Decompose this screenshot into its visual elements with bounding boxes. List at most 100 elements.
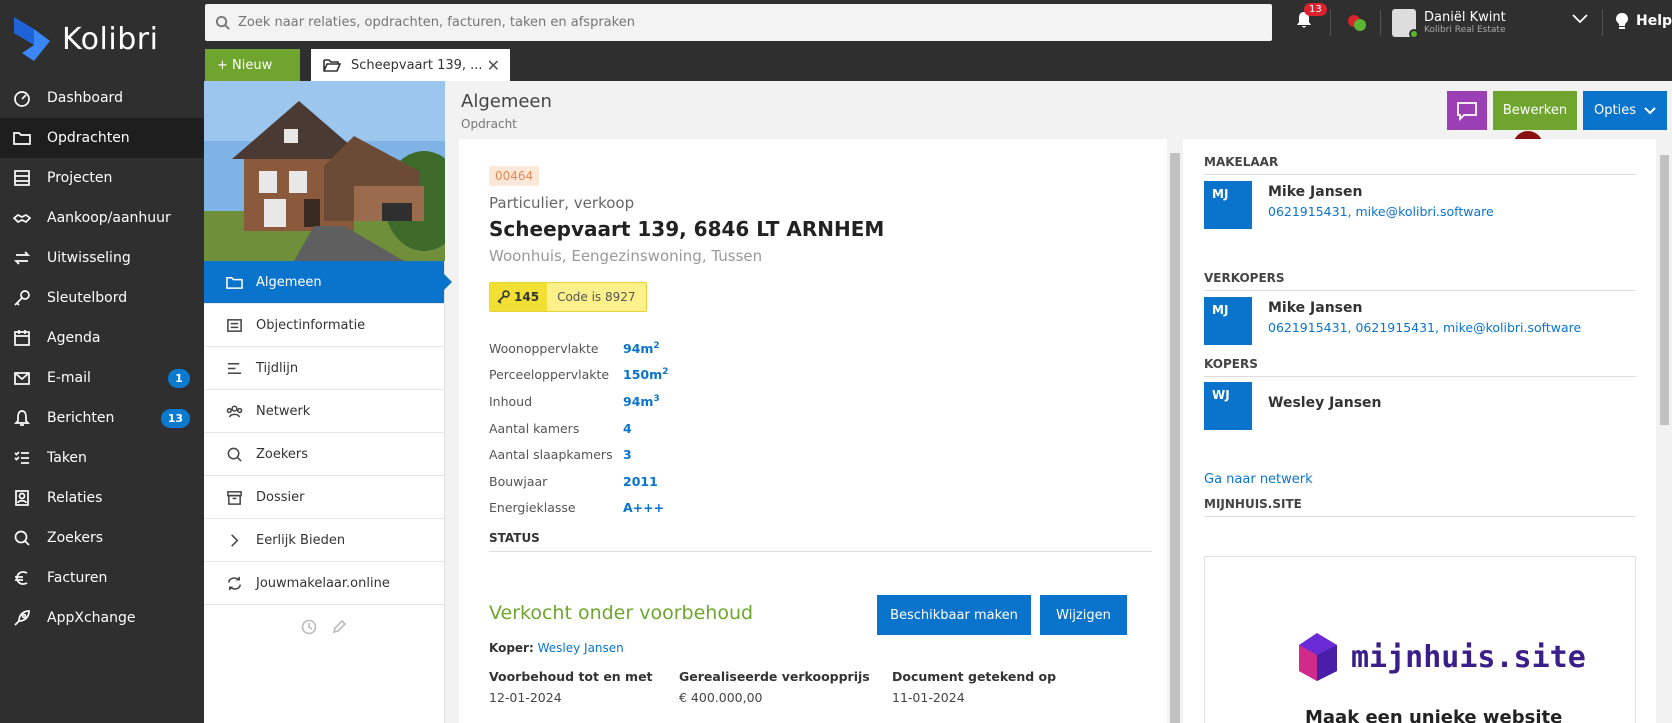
object-menu-zoekers[interactable]: Zoekers [204,433,444,476]
user-company: Kolibri Real Estate [1424,24,1506,35]
scrollbar[interactable] [1656,139,1672,723]
person-contact[interactable]: 0621915431, 0621915431, mike@kolibri.sof… [1268,320,1581,335]
property-label: Energieklasse [489,500,576,516]
nav-icon-wrap [12,448,32,468]
open-document-tab[interactable]: Scheepvaart 139, ... ✕ [311,49,510,81]
nav-item-sleutelbord[interactable]: Sleutelbord [0,278,204,318]
mijnhuis-logo: mijnhuis.site [1295,631,1586,683]
menu-item-label: Jouwmakelaar.online [256,575,390,591]
change-status-button[interactable]: Wijzigen [1040,595,1127,635]
nav-item-appxchange[interactable]: AppXchange [0,598,204,638]
notifications-button[interactable]: 13 [1294,3,1327,34]
nav-item-label: Facturen [47,570,108,586]
folder-icon [13,132,31,145]
property-value: 150m2 [623,367,668,382]
search-icon [14,530,30,546]
menu-item-label: Algemeen [256,274,322,290]
new-button[interactable]: + Nieuw [205,49,300,81]
nav-icon-wrap [12,128,32,148]
object-menu-algemeen[interactable]: Algemeen [204,261,452,304]
person-contact[interactable]: 0621915431, mike@kolibri.software [1268,204,1494,219]
property-value-text: 2011 [623,473,658,489]
nav-item-agenda[interactable]: Agenda [0,318,204,358]
user-name: Daniël Kwint [1424,9,1506,25]
goto-network-link[interactable]: Ga naar netwerk [1204,472,1313,487]
fact-label: Document getekend op [892,669,1057,684]
object-menu-jouwmakelaar-online[interactable]: Jouwmakelaar.online [204,562,444,605]
divider [1602,10,1603,36]
object-menu-tijdlijn[interactable]: Tijdlijn [204,347,444,390]
object-menu-eerlijk-bieden[interactable]: Eerlijk Bieden [204,519,444,562]
nav-item-projecten[interactable]: Projecten [0,158,204,198]
nav-item-aankoop-aanhuur[interactable]: Aankoop/aanhuur [0,198,204,238]
divider [1380,10,1381,36]
close-icon[interactable]: ✕ [487,56,500,75]
user-menu[interactable]: Daniël Kwint Kolibri Real Estate [1392,7,1592,39]
key-number: 145 [490,283,548,311]
nav-item-label: Aankoop/aanhuur [47,210,171,226]
verkoper-card[interactable]: MJ Mike Jansen 0621915431, 0621915431, m… [1204,297,1581,345]
edit-button-label: Bewerken [1502,103,1568,118]
timeline-icon [227,362,241,374]
section-heading-makelaar: MAKELAAR [1204,155,1636,175]
reference-number: 00464 [489,166,540,186]
tasks-icon [14,451,29,464]
mijnhuis-promo[interactable]: mijnhuis.site Maak een unieke website [1204,556,1636,723]
nav-item-dashboard[interactable]: Dashboard [0,78,204,118]
nav-item-zoekers[interactable]: Zoekers [0,518,204,558]
scrollbar-thumb[interactable] [1170,153,1180,723]
nav-item-e-mail[interactable]: E-mail 1 [0,358,204,398]
buyer-link[interactable]: Wesley Jansen [538,641,624,655]
search-icon [227,447,242,462]
nav-item-taken[interactable]: Taken [0,438,204,478]
history-icon[interactable] [301,619,317,635]
koper-card[interactable]: WJ Wesley Jansen [1204,382,1381,430]
makelaar-card[interactable]: MJ Mike Jansen 0621915431, mike@kolibri.… [1204,181,1494,229]
options-button[interactable]: Opties [1583,91,1667,130]
status-fact: Gerealiseerde verkoopprijs € 400.000,00 [679,669,892,705]
chevron-down-icon[interactable] [1572,14,1588,24]
property-value-text: A+++ [623,500,665,516]
object-type: Particulier, verkoop [489,194,635,212]
object-menu-netwerk[interactable]: Netwerk [204,390,444,433]
pencil-icon[interactable] [331,619,347,635]
edit-button[interactable]: Bewerken [1493,91,1577,130]
nav-icon-wrap [12,168,32,188]
folder-open-icon [323,59,341,72]
mijnhuis-logo-icon [1299,633,1337,681]
nav-item-opdrachten[interactable]: Opdrachten [0,118,204,158]
scrollbar-thumb[interactable] [1660,155,1669,425]
chat-status-icon[interactable] [1346,12,1368,34]
key-icon [497,290,510,304]
main-sidebar: Kolibri Dashboard Opdrachten Projecten Aank… [0,0,204,723]
folder-icon [225,276,243,289]
key-code: Code is 8927 [557,290,636,304]
nav-item-berichten[interactable]: Berichten 13 [0,398,204,438]
make-available-button[interactable]: Beschikbaar maken [877,595,1031,635]
global-search[interactable] [205,4,1272,41]
object-menu-objectinformatie[interactable]: Objectinformatie [204,304,444,347]
key-tag[interactable]: 145 Code is 8927 [489,282,647,312]
object-menu-dossier[interactable]: Dossier [204,476,444,519]
menu-item-label: Dossier [256,489,305,505]
brand[interactable]: Kolibri [0,0,204,78]
search-input[interactable] [238,15,1238,30]
scrollbar[interactable] [1167,139,1183,723]
menu-item-label: Tijdlijn [256,360,299,376]
brand-name: Kolibri [62,21,159,57]
property-unit-exponent: 2 [653,340,660,351]
property-row: Woonoppervlakte 94m2 [489,335,668,362]
nav-item-uitwisseling[interactable]: Uitwisseling [0,238,204,278]
property-photo[interactable] [204,81,445,261]
property-label: Woonoppervlakte [489,340,599,356]
nav-icon-wrap [12,208,32,228]
nav-item-relaties[interactable]: Relaties [0,478,204,518]
contacts-icon [15,490,29,506]
property-value: 4 [623,421,632,436]
object-card: 00464 Particulier, verkoop Scheepvaart 1… [459,139,1167,723]
help-button[interactable]: Help [1614,12,1672,30]
message-button[interactable] [1447,91,1487,130]
nav-item-facturen[interactable]: Facturen [0,558,204,598]
menu-item-label: Netwerk [256,403,311,419]
menu-icon-wrap [224,402,244,420]
